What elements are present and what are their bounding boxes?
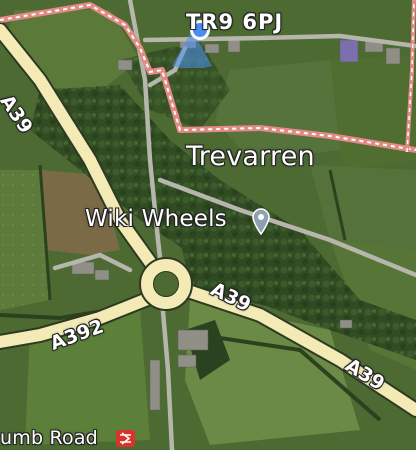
- location-pin-icon[interactable]: [251, 207, 271, 235]
- poi-label: Wiki Wheels: [85, 206, 227, 232]
- station-label: umb Road: [0, 427, 98, 449]
- satellite-map[interactable]: TR9 6PJ Trevarren Wiki Wheels A39 A39 A3…: [0, 0, 416, 450]
- rail-station-icon[interactable]: [116, 430, 135, 447]
- postcode-label: TR9 6PJ: [186, 10, 284, 34]
- place-label-trevarren: Trevarren: [186, 141, 315, 172]
